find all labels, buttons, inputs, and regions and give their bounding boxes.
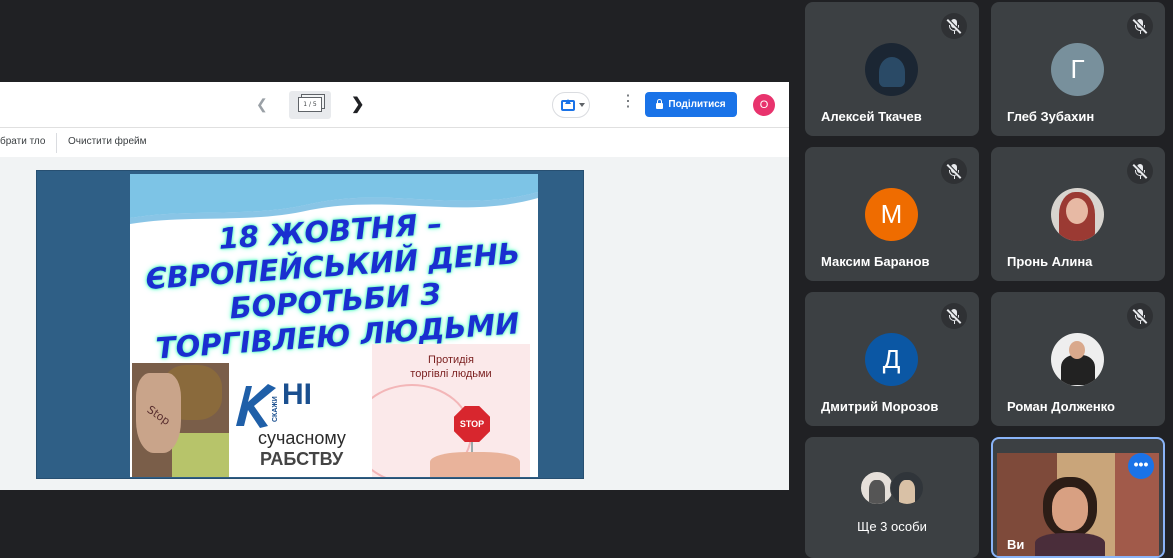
clear-frame-button[interactable]: Очистити фрейм bbox=[68, 136, 147, 147]
participant-tile[interactable]: Г Глеб Зубахин bbox=[991, 2, 1165, 136]
divider bbox=[56, 133, 57, 153]
mic-off-icon bbox=[1127, 158, 1153, 184]
avatar: Г bbox=[1051, 43, 1104, 96]
avatar bbox=[860, 471, 894, 505]
slide: 18 ЖОВТНЯ – ЄВРОПЕЙСЬКИЙ ДЕНЬ БОРОТЬБИ З… bbox=[36, 170, 584, 479]
avatar bbox=[865, 43, 918, 96]
participant-name: Дмитрий Морозов bbox=[821, 399, 939, 414]
mic-off-icon bbox=[941, 303, 967, 329]
slide-title: 18 ЖОВТНЯ – ЄВРОПЕЙСЬКИЙ ДЕНЬ БОРОТЬБИ З… bbox=[130, 200, 538, 368]
mic-off-icon bbox=[1127, 303, 1153, 329]
say-vertical-text: СКАЖИ bbox=[272, 396, 279, 422]
protydia-line-1: Протидія bbox=[428, 354, 474, 366]
chevron-left-icon[interactable]: ❮ bbox=[256, 96, 268, 113]
meet-window: ❮ 1 / 5 ❯ ⋮ Поділитися О брати тло Очист… bbox=[0, 0, 1173, 558]
participant-name: Глеб Зубахин bbox=[1007, 109, 1095, 124]
self-name: Ви bbox=[1007, 537, 1025, 552]
account-avatar[interactable]: О bbox=[753, 94, 775, 116]
shared-screen: ❮ 1 / 5 ❯ ⋮ Поділитися О брати тло Очист… bbox=[0, 82, 789, 490]
mic-off-icon bbox=[941, 13, 967, 39]
no-text: НІ bbox=[282, 378, 312, 411]
modern-text: сучасному bbox=[258, 428, 346, 448]
share-button[interactable]: Поділитися bbox=[645, 92, 737, 117]
avatar: Д bbox=[865, 333, 918, 386]
participant-name: Пронь Алина bbox=[1007, 254, 1093, 269]
participant-tile[interactable]: Алексей Ткачев bbox=[805, 2, 979, 136]
participant-name: Максим Баранов bbox=[821, 254, 930, 269]
mic-off-icon bbox=[941, 158, 967, 184]
stop-child-image: Stop bbox=[132, 363, 229, 477]
video-person-shirt bbox=[1035, 533, 1105, 556]
video-person-face bbox=[1052, 487, 1088, 531]
protydia-line-2: торгівлі людьми bbox=[410, 368, 492, 380]
k-logo-icon bbox=[236, 384, 276, 428]
mic-off-icon bbox=[1127, 13, 1153, 39]
participant-tile[interactable]: Д Дмитрий Морозов bbox=[805, 292, 979, 426]
avatar: М bbox=[865, 188, 918, 241]
present-button[interactable] bbox=[552, 92, 590, 118]
lock-icon bbox=[656, 98, 664, 109]
slide-content: 18 ЖОВТНЯ – ЄВРОПЕЙСЬКИЙ ДЕНЬ БОРОТЬБИ З… bbox=[130, 174, 538, 477]
slavery-text: РАБСТВУ bbox=[260, 449, 344, 469]
slide-counter-button[interactable]: 1 / 5 bbox=[289, 91, 331, 119]
choose-background-button[interactable]: брати тло bbox=[0, 136, 45, 147]
participant-name: Алексей Ткачев bbox=[821, 109, 922, 124]
avatar bbox=[890, 471, 924, 505]
participant-tile[interactable]: Роман Долженко bbox=[991, 292, 1165, 426]
hands-image bbox=[430, 452, 520, 477]
participant-name: Роман Долженко bbox=[1007, 399, 1115, 414]
participant-tile[interactable]: М Максим Баранов bbox=[805, 147, 979, 281]
counter-trafficking-image: Протидія торгівлі людьми STOP bbox=[372, 344, 530, 477]
share-toolbar: ❮ 1 / 5 ❯ ⋮ Поділитися О bbox=[0, 82, 789, 128]
chevron-right-icon[interactable]: ❯ bbox=[351, 94, 364, 114]
more-participants-label: Ще 3 особи bbox=[857, 519, 927, 534]
slide-counter: 1 / 5 bbox=[298, 97, 322, 112]
caret-down-icon bbox=[579, 103, 585, 107]
more-avatars bbox=[860, 471, 930, 507]
share-subtoolbar: брати тло Очистити фрейм bbox=[0, 129, 789, 157]
avatar bbox=[1051, 188, 1104, 241]
arrow-up-icon bbox=[565, 99, 571, 104]
image-shirt bbox=[172, 433, 229, 477]
more-horiz-icon[interactable]: ••• bbox=[1128, 453, 1154, 479]
avatar bbox=[1051, 333, 1104, 386]
say-no-logo: СКАЖИ НІ сучасному РАБСТВУ bbox=[230, 366, 370, 476]
self-tile[interactable]: ••• Ви bbox=[991, 437, 1165, 558]
more-participants-tile[interactable]: Ще 3 особи bbox=[805, 437, 979, 558]
more-vert-icon[interactable]: ⋮ bbox=[620, 94, 636, 110]
share-button-label: Поділитися bbox=[668, 99, 726, 110]
participant-tile[interactable]: Пронь Алина bbox=[991, 147, 1165, 281]
